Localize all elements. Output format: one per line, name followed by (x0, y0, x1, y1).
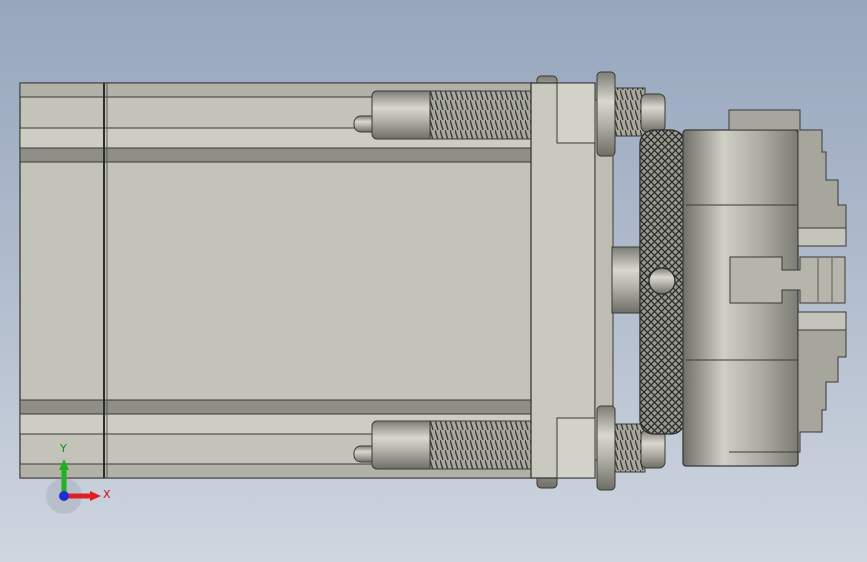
knurled-ring[interactable] (639, 129, 686, 435)
bottom-spring (429, 420, 538, 470)
knurl-center-pin (648, 267, 676, 295)
motor-bottom-rib (19, 399, 534, 415)
graphics-viewport[interactable]: Y X (0, 0, 867, 562)
model-view[interactable] (0, 0, 867, 562)
top-spring (429, 90, 538, 140)
y-axis-label: Y (60, 442, 67, 455)
x-axis-label: X (103, 488, 111, 501)
motor-body[interactable] (19, 82, 534, 479)
z-axis-dot (59, 491, 69, 501)
